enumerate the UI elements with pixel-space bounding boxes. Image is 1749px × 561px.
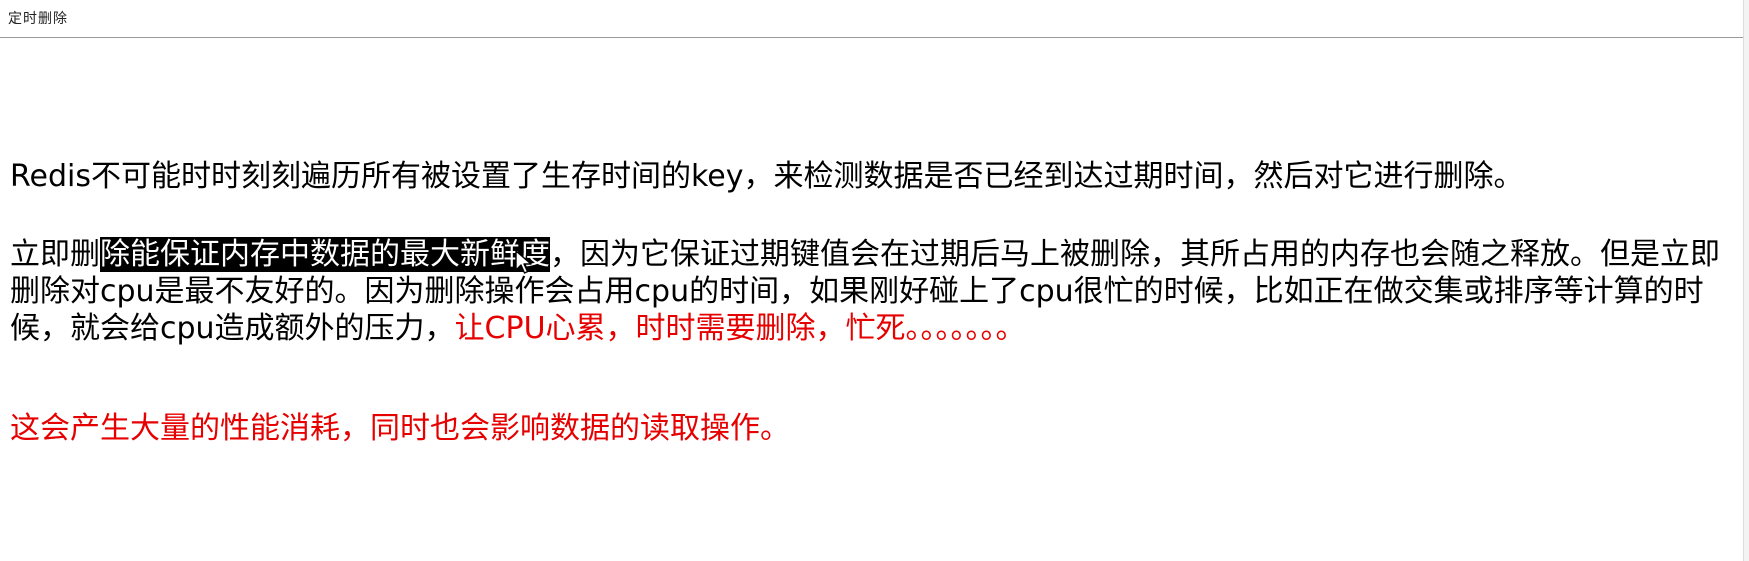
red-emphasis-text: 让CPU心累，时时需要删除，忙死。。。。。。。 — [454, 311, 1026, 346]
paragraph-text-before-selection: 立即删 — [10, 237, 100, 272]
scrollbar-track[interactable] — [1743, 0, 1749, 561]
paragraph-redis-scan: Redis不可能时时刻刻遍历所有被设置了生存时间的key，来检测数据是否已经到达… — [10, 158, 1730, 195]
paragraph-text: Redis不可能时时刻刻遍历所有被设置了生存时间的key，来检测数据是否已经到达… — [10, 159, 1524, 194]
document-page: 定时删除 Redis不可能时时刻刻遍历所有被设置了生存时间的key，来检测数据是… — [0, 0, 1749, 561]
selected-text[interactable]: 除能保证内存中数据的最大新鲜度 — [100, 237, 550, 272]
paragraph-performance-cost: 这会产生大量的性能消耗，同时也会影响数据的读取操作。 — [10, 410, 1730, 447]
mouse-pointer-icon — [515, 250, 532, 274]
document-header: 定时删除 — [0, 0, 1743, 38]
paragraph-text: 这会产生大量的性能消耗，同时也会影响数据的读取操作。 — [10, 411, 790, 446]
paragraph-immediate-delete: 立即删除能保证内存中数据的最大新鲜度，因为它保证过期键值会在过期后马上被删除，其… — [10, 236, 1730, 347]
document-title: 定时删除 — [8, 11, 68, 27]
